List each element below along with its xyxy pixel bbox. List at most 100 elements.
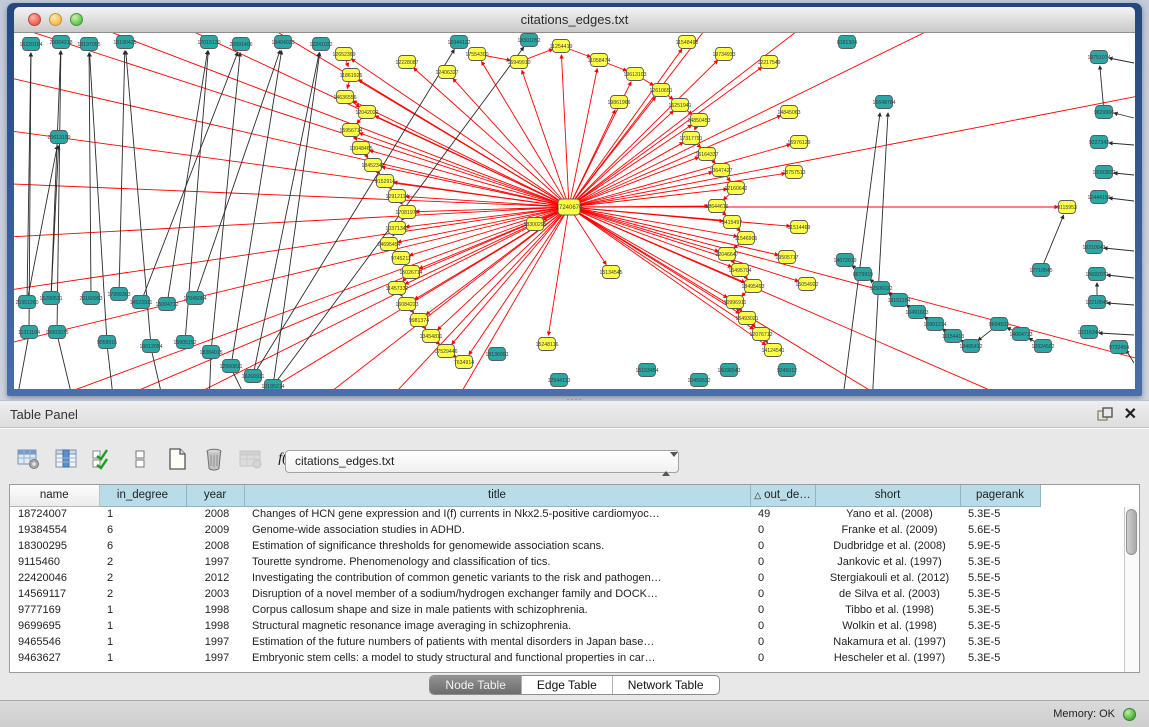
table-cell[interactable]: Yano et al. (2008) [815,506,960,522]
graph-node[interactable]: 16260911 [242,370,265,383]
graph-node[interactable]: 12444159 [1087,191,1110,204]
table-cell[interactable]: 0 [750,554,815,570]
table-cell[interactable]: Jankovic et al. (1997) [815,554,960,570]
graph-node[interactable]: 16944122 [447,36,470,49]
table-cell[interactable]: Nakamura et al. (1997) [815,634,960,650]
graph-node[interactable]: 14124541 [761,344,784,357]
graph-node[interactable]: 15153454 [635,364,658,377]
graph-node[interactable]: 13454811 [420,330,443,343]
graph-node[interactable]: 20351260 [15,296,38,309]
table-cell[interactable]: 5.3E-5 [960,618,1040,634]
table-cell[interactable]: 18724007 [10,506,99,522]
table-cell[interactable]: 1 [99,618,186,634]
graph-node[interactable]: 17999363 [107,288,130,301]
graph-node[interactable]: 9829966 [1094,106,1114,119]
graph-node[interactable]: 17081972 [395,206,418,219]
graph-node[interactable]: 14845063 [777,106,800,119]
table-cell[interactable]: 1 [99,650,186,666]
graph-node[interactable]: 12042022 [355,106,378,119]
table-row[interactable]: 911546021997Tourette syndrome. Phenomeno… [10,554,1040,570]
graph-node[interactable]: 11861926 [340,69,363,82]
graph-node[interactable]: 15290531 [39,292,62,305]
graph-node[interactable]: 16949910 [507,56,530,69]
table-row[interactable]: 946362711997Embryonic stem cells: a mode… [10,650,1040,666]
table-cell[interactable]: 19384554 [10,522,99,538]
table-cell[interactable]: 5.3E-5 [960,602,1040,618]
graph-node[interactable]: 11254419 [550,40,573,53]
graph-node[interactable]: 14695454 [377,238,400,251]
table-cell[interactable]: 0 [750,522,815,538]
graph-node[interactable]: 15004712 [155,298,178,311]
table-cell[interactable]: Tibbo et al. (1998) [815,602,960,618]
graph-node[interactable]: 15134545 [599,266,622,279]
graph-node[interactable]: 16648784 [872,96,895,109]
table-row[interactable]: 2242004622012Investigating the contribut… [10,570,1040,586]
graph-node[interactable]: 16164337 [695,148,718,161]
graph-node[interactable]: 12506022 [869,282,892,295]
graph-node[interactable]: 14636556 [333,91,356,104]
graph-node[interactable]: 9981374 [409,314,429,327]
graph-node[interactable]: 18644616 [705,200,728,213]
column-header-short[interactable]: short [815,485,960,506]
graph-node[interactable]: 18301052 [517,34,540,47]
graph-node[interactable]: 10216344 [1077,326,1100,339]
graph-node[interactable]: 15692071 [1085,268,1108,281]
table-cell[interactable]: 0 [750,602,815,618]
graph-node[interactable]: 9115953 [1057,201,1077,214]
show-column-icon[interactable] [53,446,79,472]
table-cell[interactable]: Hescheler et al. (1997) [815,650,960,666]
table-cell[interactable]: 1998 [186,618,244,634]
table-cell[interactable]: Wolkin et al. (1998) [815,618,960,634]
table-cell[interactable]: Changes of HCN gene expression and I(f) … [244,506,750,522]
table-cell[interactable]: 1 [99,602,186,618]
table-selector-dropdown[interactable]: citations_edges.txt [285,450,679,473]
graph-node[interactable]: 15054922 [795,278,818,291]
graph-node[interactable]: 12544113 [548,374,571,387]
graph-node[interactable]: 11546906 [735,232,758,245]
table-cell[interactable]: 2 [99,586,186,602]
graph-node[interactable]: 16210643 [1082,241,1105,254]
graph-node[interactable]: 8679919 [853,268,873,281]
graph-node[interactable]: 10459532 [687,374,710,387]
graph-node[interactable]: 19151154 [888,294,911,307]
graph-node[interactable]: 12652369 [332,48,355,61]
table-cell[interactable]: 2009 [186,522,244,538]
table-cell[interactable]: Corpus callosum shape and size in male p… [244,602,750,618]
table-row[interactable]: 946554611997Estimation of the future num… [10,634,1040,650]
table-cell[interactable]: Tourette syndrome. Phenomenology and cla… [244,554,750,570]
table-cell[interactable]: 6 [99,538,186,554]
table-cell[interactable]: de Silva et al. (2003) [815,586,960,602]
graph-node[interactable]: 12406327 [435,66,458,79]
network-canvas[interactable]: 1724067012652369118619261463655612042022… [14,33,1135,389]
graph-node[interactable]: 17710545 [1029,264,1052,277]
table-cell[interactable]: Estimation of significance thresholds fo… [244,538,750,554]
table-cell[interactable]: 18300295 [10,538,99,554]
graph-node[interactable]: 12217549 [757,56,780,69]
graph-node[interactable]: 17554300 [465,48,488,61]
graph-node[interactable]: 16084223 [395,298,418,311]
table-cell[interactable]: 6 [99,522,186,538]
table-vertical-scrollbar[interactable] [1124,507,1139,672]
graph-node[interactable]: 7634914 [454,356,474,369]
graph-node[interactable]: 10924502 [1031,340,1054,353]
table-cell[interactable]: 5.3E-5 [960,650,1040,666]
table-cell[interactable]: 5.6E-5 [960,522,1040,538]
table-cell[interactable]: Estimation of the future numbers of pati… [244,634,750,650]
column-header-year[interactable]: year [186,485,244,506]
table-settings-icon[interactable] [16,446,42,472]
graph-node[interactable]: 18136093 [485,348,508,361]
graph-node[interactable]: 19903075 [45,326,68,339]
graph-node[interactable]: 15026714 [399,266,422,279]
table-cell[interactable]: 2 [99,554,186,570]
graph-node[interactable]: 12610651 [649,84,672,97]
close-panel-icon[interactable]: ✕ [1124,404,1137,424]
table-cell[interactable]: 9777169 [10,602,99,618]
table-cell[interactable]: 1998 [186,602,244,618]
graph-node[interactable]: 20160953 [79,292,102,305]
graph-node[interactable]: 11457332 [386,282,409,295]
graph-node[interactable]: 15190425 [113,36,136,49]
new-table-icon[interactable] [164,446,190,472]
table-cell[interactable]: 9463627 [10,650,99,666]
graph-node[interactable]: 16251941 [668,99,691,112]
graph-node[interactable]: 12160642 [724,182,747,195]
